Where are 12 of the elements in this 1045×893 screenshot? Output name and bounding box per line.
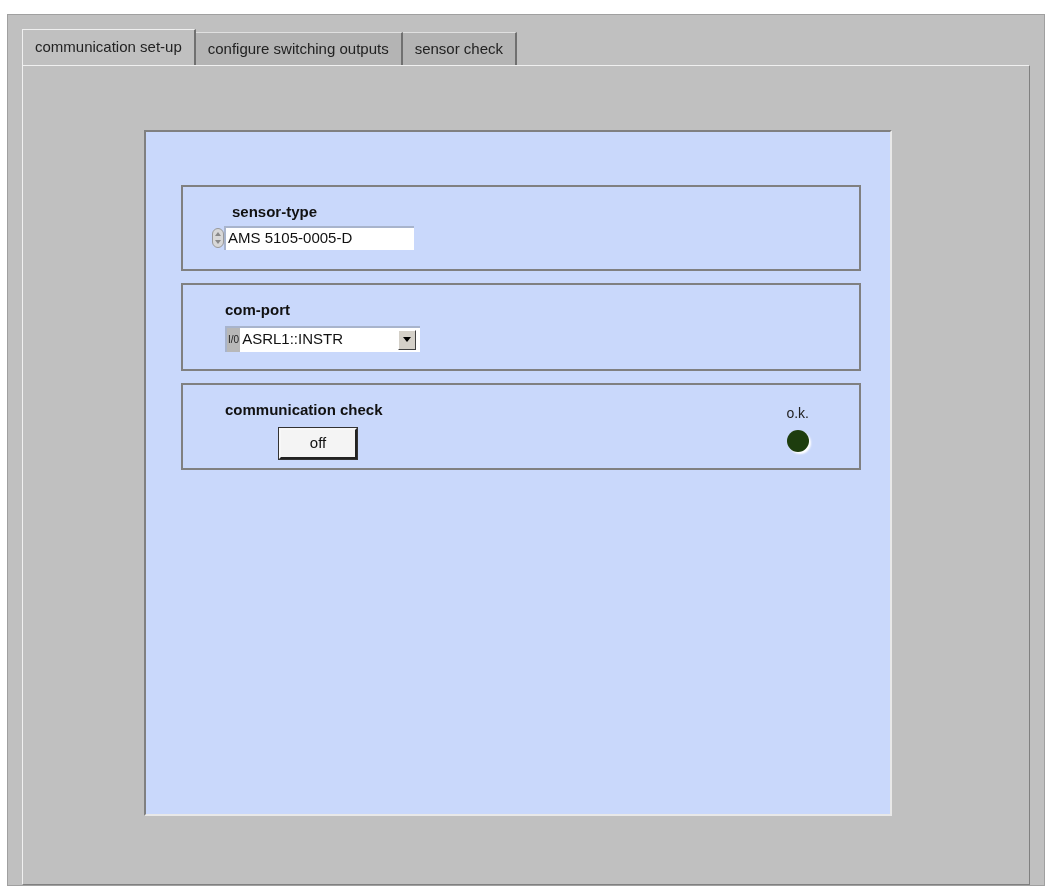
com-port-select[interactable]: I/0 ASRL1::INSTR — [225, 325, 420, 352]
tab[interactable]: configure switching outputs — [195, 32, 403, 65]
tab[interactable]: sensor check — [402, 32, 518, 65]
tab[interactable]: communication set-up — [22, 29, 196, 65]
sensor-type-field[interactable]: AMS 5105-0005-D — [224, 225, 414, 250]
select-value: ASRL1::INSTR — [241, 329, 344, 350]
indicator-label: o.k. — [786, 404, 809, 423]
section-label: communication check — [225, 400, 383, 420]
off-button[interactable]: off — [279, 427, 357, 459]
field-label: sensor-type — [231, 202, 319, 222]
io-glyph: I/0 — [227, 327, 241, 352]
field-label: com-port — [225, 300, 291, 320]
